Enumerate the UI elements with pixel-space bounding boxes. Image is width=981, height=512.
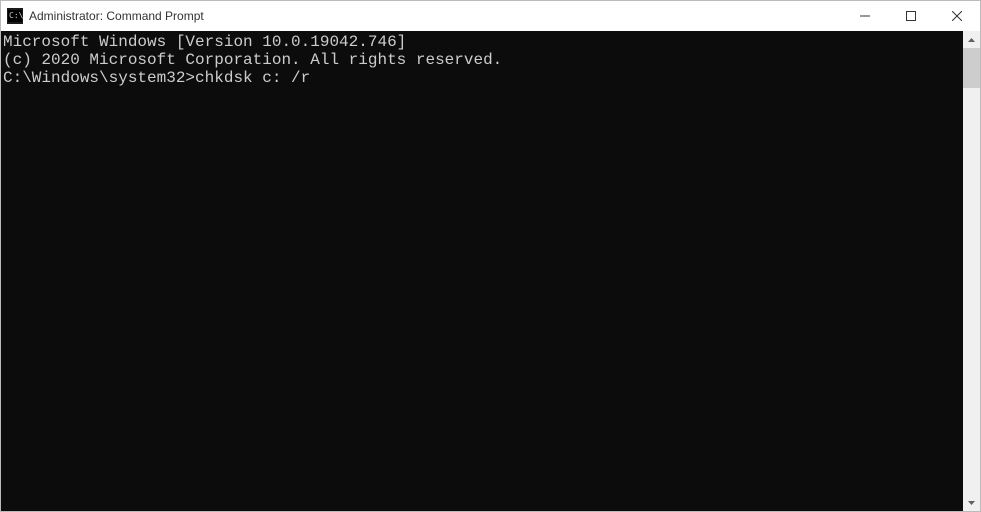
terminal-line-copyright: (c) 2020 Microsoft Corporation. All righ… xyxy=(3,51,963,69)
titlebar[interactable]: C:\ Administrator: Command Prompt xyxy=(1,1,980,31)
terminal-prompt-line: C:\Windows\system32>chkdsk c: /r xyxy=(3,69,963,87)
maximize-button[interactable] xyxy=(888,1,934,31)
vertical-scrollbar[interactable] xyxy=(963,31,980,511)
terminal-prompt: C:\Windows\system32> xyxy=(3,69,195,87)
minimize-icon xyxy=(860,11,870,21)
command-prompt-window: C:\ Administrator: Command Prompt xyxy=(0,0,981,512)
window-controls xyxy=(842,1,980,31)
terminal-output[interactable]: Microsoft Windows [Version 10.0.19042.74… xyxy=(1,31,963,511)
minimize-button[interactable] xyxy=(842,1,888,31)
terminal-container: Microsoft Windows [Version 10.0.19042.74… xyxy=(1,31,980,511)
close-icon xyxy=(952,11,962,21)
scroll-down-button[interactable] xyxy=(963,494,980,511)
terminal-command-input[interactable]: chkdsk c: /r xyxy=(195,69,310,87)
maximize-icon xyxy=(906,11,916,21)
scroll-track[interactable] xyxy=(963,48,980,494)
cmd-icon: C:\ xyxy=(7,8,23,24)
terminal-line-version: Microsoft Windows [Version 10.0.19042.74… xyxy=(3,33,963,51)
chevron-up-icon xyxy=(968,38,975,42)
window-title: Administrator: Command Prompt xyxy=(29,9,842,23)
close-button[interactable] xyxy=(934,1,980,31)
chevron-down-icon xyxy=(968,501,975,505)
svg-text:C:\: C:\ xyxy=(9,11,23,20)
scroll-up-button[interactable] xyxy=(963,31,980,48)
scroll-thumb[interactable] xyxy=(963,48,980,88)
